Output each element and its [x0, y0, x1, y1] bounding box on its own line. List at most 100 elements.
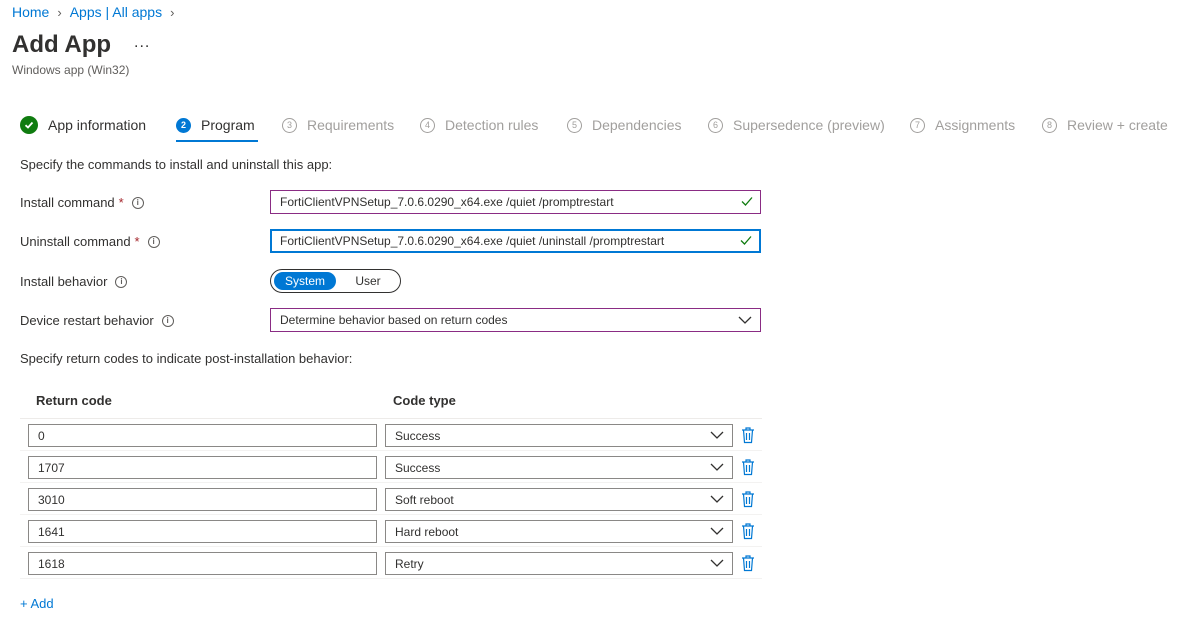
uninstall-command-label: Uninstall command * i — [20, 234, 160, 249]
table-header-divider — [20, 418, 762, 419]
breadcrumb: Home › Apps | All apps › — [12, 4, 174, 20]
page-title: Add App — [12, 31, 112, 58]
trash-icon[interactable] — [740, 490, 756, 508]
code-type-dropdown[interactable]: Success — [385, 456, 733, 479]
breadcrumb-home[interactable]: Home — [12, 4, 49, 20]
row-divider — [20, 546, 762, 547]
label-text: Uninstall command — [20, 234, 131, 249]
chevron-down-icon — [710, 461, 724, 475]
behavior-option-system[interactable]: System — [274, 272, 336, 290]
required-marker: * — [134, 234, 140, 249]
tab-review-create[interactable]: 8 Review + create — [1042, 114, 1168, 136]
code-type-value: Retry — [395, 556, 424, 571]
code-type-dropdown[interactable]: Retry — [385, 552, 733, 575]
tab-requirements[interactable]: 3 Requirements — [282, 114, 394, 136]
behavior-option-user[interactable]: User — [337, 272, 399, 290]
row-divider — [20, 514, 762, 515]
row-divider — [20, 578, 762, 579]
chevron-down-icon — [738, 314, 752, 328]
trash-icon[interactable] — [740, 458, 756, 476]
row-divider — [20, 450, 762, 451]
install-behavior-label: Install behavior i — [20, 274, 128, 289]
return-code-input[interactable]: 1618 — [28, 552, 377, 575]
breadcrumb-apps[interactable]: Apps | All apps — [70, 4, 162, 20]
code-type-dropdown[interactable]: Success — [385, 424, 733, 447]
uninstall-command-value: FortiClientVPNSetup_7.0.6.0290_x64.exe /… — [280, 234, 665, 248]
install-command-input[interactable]: FortiClientVPNSetup_7.0.6.0290_x64.exe /… — [270, 190, 761, 214]
return-code-value: 1707 — [38, 460, 65, 475]
more-options-button[interactable]: ... — [134, 34, 150, 52]
step-number: 2 — [176, 117, 191, 133]
step-number: 4 — [420, 117, 435, 133]
trash-icon[interactable] — [740, 554, 756, 572]
tab-detection-rules[interactable]: 4 Detection rules — [420, 114, 538, 136]
trash-icon[interactable] — [740, 426, 756, 444]
uninstall-command-input[interactable]: FortiClientVPNSetup_7.0.6.0290_x64.exe /… — [270, 229, 761, 253]
code-type-value: Hard reboot — [395, 524, 459, 539]
code-type-value: Soft reboot — [395, 492, 454, 507]
return-code-input[interactable]: 0 — [28, 424, 377, 447]
checkmark-circle-icon — [20, 116, 38, 134]
add-return-code-link[interactable]: + Add — [20, 596, 54, 611]
step-number: 6 — [708, 117, 723, 133]
column-header-return-code: Return code — [36, 393, 112, 408]
commands-intro: Specify the commands to install and unin… — [20, 157, 333, 172]
label-text: Install behavior — [20, 274, 108, 289]
step-label: Detection rules — [445, 117, 539, 133]
checkmark-icon — [740, 194, 754, 211]
label-text: Device restart behavior — [20, 313, 154, 328]
install-command-label: Install command * i — [20, 195, 144, 210]
info-icon[interactable]: i — [161, 314, 174, 327]
step-label: Program — [201, 117, 255, 133]
info-icon[interactable]: i — [147, 235, 160, 248]
return-code-value: 1618 — [38, 556, 65, 571]
label-text: Install command — [20, 195, 115, 210]
return-code-input[interactable]: 1641 — [28, 520, 377, 543]
step-label: App information — [48, 117, 147, 133]
code-type-dropdown[interactable]: Soft reboot — [385, 488, 733, 511]
code-type-value: Success — [395, 428, 441, 443]
trash-icon[interactable] — [740, 522, 756, 540]
install-behavior-toggle: System User — [270, 269, 401, 293]
chevron-down-icon — [710, 557, 724, 571]
tab-assignments[interactable]: 7 Assignments — [910, 114, 1015, 136]
tab-dependencies[interactable]: 5 Dependencies — [567, 114, 682, 136]
active-tab-indicator — [176, 140, 258, 142]
restart-behavior-dropdown[interactable]: Determine behavior based on return codes — [270, 308, 761, 332]
row-divider — [20, 482, 762, 483]
step-label: Supersedence (preview) — [733, 117, 885, 133]
return-code-value: 1641 — [38, 524, 65, 539]
install-command-value: FortiClientVPNSetup_7.0.6.0290_x64.exe /… — [280, 195, 614, 209]
step-number: 3 — [282, 117, 297, 133]
page-subtitle: Windows app (Win32) — [12, 63, 130, 77]
step-number: 7 — [910, 117, 925, 133]
checkmark-icon — [739, 233, 753, 250]
breadcrumb-separator-icon: › — [170, 4, 175, 20]
info-icon[interactable]: i — [131, 196, 144, 209]
step-label: Review + create — [1067, 117, 1168, 133]
chevron-down-icon — [710, 493, 724, 507]
return-code-input[interactable]: 3010 — [28, 488, 377, 511]
return-code-input[interactable]: 1707 — [28, 456, 377, 479]
code-type-dropdown[interactable]: Hard reboot — [385, 520, 733, 543]
column-header-code-type: Code type — [393, 393, 456, 408]
restart-behavior-label: Device restart behavior i — [20, 313, 174, 328]
info-icon[interactable]: i — [115, 275, 128, 288]
step-label: Dependencies — [592, 117, 682, 133]
tab-program[interactable]: 2 Program — [176, 114, 255, 136]
chevron-down-icon — [710, 525, 724, 539]
step-number: 5 — [567, 117, 582, 133]
required-marker: * — [118, 195, 124, 210]
return-code-value: 3010 — [38, 492, 65, 507]
return-code-value: 0 — [38, 428, 45, 443]
restart-behavior-value: Determine behavior based on return codes — [280, 313, 508, 327]
breadcrumb-separator-icon: › — [57, 4, 62, 20]
tab-app-information[interactable]: App information — [20, 114, 146, 136]
chevron-down-icon — [710, 429, 724, 443]
return-codes-intro: Specify return codes to indicate post-in… — [20, 351, 353, 366]
tab-supersedence[interactable]: 6 Supersedence (preview) — [708, 114, 885, 136]
step-label: Requirements — [307, 117, 395, 133]
step-label: Assignments — [935, 117, 1016, 133]
step-number: 8 — [1042, 117, 1057, 133]
code-type-value: Success — [395, 460, 441, 475]
